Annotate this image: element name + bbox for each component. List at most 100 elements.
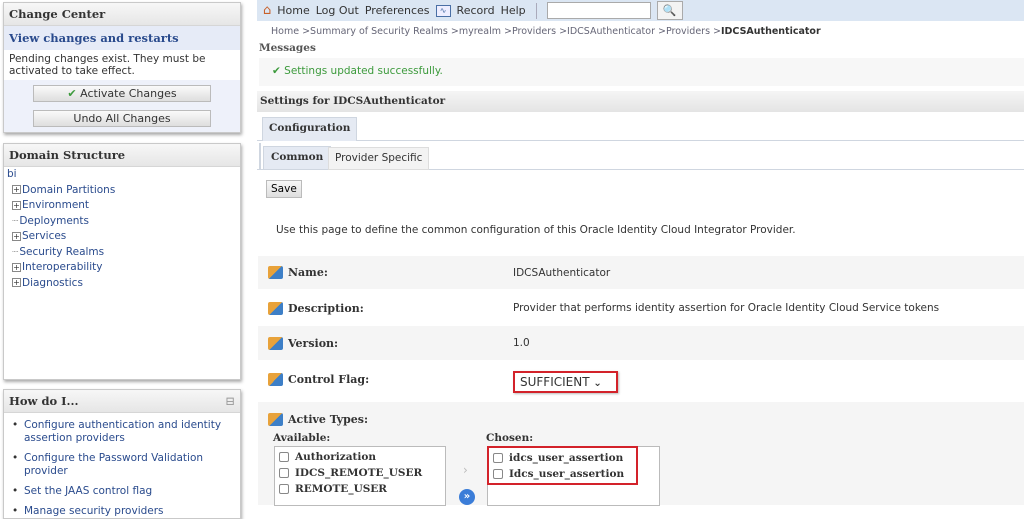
tree-item[interactable]: ┈Security Realms (4, 245, 240, 261)
how-do-i-link[interactable]: • Configure the Password Validation provi… (12, 452, 234, 478)
checkbox[interactable] (279, 452, 289, 462)
list-option[interactable]: REMOTE_USER (275, 481, 445, 497)
chosen-label: Chosen: (486, 432, 534, 444)
tree-root[interactable]: bi (4, 167, 240, 183)
home-link[interactable]: Home (277, 4, 309, 17)
chevron-down-icon: ⌄ (593, 378, 602, 389)
collapse-icon[interactable]: ⊟ (225, 394, 235, 408)
search-input[interactable] (546, 2, 651, 19)
toolbar: ⌂ Home Log Out Preferences ∿ Record Help… (257, 0, 1024, 21)
checkbox[interactable] (493, 453, 503, 463)
pending-text: Pending changes exist. They must be acti… (4, 50, 240, 80)
list-option[interactable]: Idcs_user_assertion (489, 466, 636, 482)
settings-header: Settings for IDCSAuthenticator (257, 91, 1024, 112)
checkbox[interactable] (279, 484, 289, 494)
field-control-flag: Control Flag: (258, 361, 1024, 401)
tab-divider (257, 140, 1024, 141)
record-link[interactable]: Record (457, 4, 495, 17)
subtab-common[interactable]: Common (263, 146, 332, 170)
record-icon[interactable]: ∿ (435, 4, 451, 17)
tree-line: ┈ (12, 214, 19, 227)
available-label: Available: (273, 432, 331, 444)
breadcrumb-link[interactable]: Summary of Security Realms > (310, 26, 459, 37)
tree-item[interactable]: ┈Deployments (4, 214, 240, 230)
expand-icon[interactable]: + (12, 278, 21, 287)
tree-line: ┈ (12, 245, 19, 258)
search-button[interactable]: 🔍 (656, 1, 683, 20)
how-do-i-text: Set the JAAS control flag (24, 485, 153, 497)
breadcrumb-link[interactable]: Home > (271, 26, 310, 37)
bullet: • (12, 452, 19, 464)
list-option[interactable]: Authorization (275, 449, 445, 465)
field-version: Version: 1.0 (258, 326, 1024, 360)
breadcrumb-link[interactable]: Providers > (512, 26, 567, 37)
how-do-i-link[interactable]: • Configure authentication and identity a… (12, 419, 234, 445)
description-label: Description: (288, 301, 364, 315)
subtab-edge (259, 143, 261, 170)
list-option[interactable]: IDCS_REMOTE_USER (275, 465, 445, 481)
domain-structure-title: Domain Structure (4, 144, 240, 167)
option-label: IDCS_REMOTE_USER (295, 467, 423, 479)
success-message: ✔ Settings updated successfully. (259, 58, 1024, 86)
move-all-right-icon[interactable]: » (459, 489, 475, 505)
change-center-title: Change Center (4, 3, 240, 26)
description-value: Provider that performs identity assertio… (513, 302, 940, 314)
active-types-header: Active Types: (258, 411, 1024, 427)
view-changes-link[interactable]: View changes and restarts (4, 26, 240, 50)
how-do-i-link[interactable]: • Manage security providers (12, 505, 234, 518)
how-do-i-text: Configure the Password Validation provid… (24, 452, 204, 477)
version-label: Version: (288, 336, 339, 350)
name-label: Name: (288, 266, 328, 279)
tree-item-label: Interoperability (22, 261, 103, 273)
control-flag-label: Control Flag: (288, 373, 370, 386)
tree-item[interactable]: + Diagnostics (4, 276, 240, 292)
how-do-i-panel: How do I... ⊟ • Configure authentication a… (3, 389, 241, 519)
expand-icon[interactable]: + (12, 262, 21, 272)
bullet: • (12, 485, 19, 497)
version-value: 1.0 (513, 337, 530, 349)
undo-all-changes-button[interactable]: Undo All Changes (33, 110, 211, 127)
toolbar-divider (535, 2, 537, 19)
activate-label: Activate Changes (80, 87, 177, 100)
breadcrumb-link[interactable]: IDCSAuthenticator > (567, 26, 666, 37)
checkbox[interactable] (279, 468, 289, 478)
how-do-i-title: How do I... ⊟ (4, 390, 240, 413)
save-button[interactable]: Save (266, 180, 302, 198)
preferences-link[interactable]: Preferences (365, 4, 430, 17)
subtab-provider-specific[interactable]: Provider Specific (328, 147, 430, 170)
how-do-i-label: How do I... (9, 394, 79, 408)
available-list[interactable]: Authorization IDCS_REMOTE_USER REMOTE_USER (274, 446, 446, 506)
bullet: • (12, 419, 19, 431)
domain-structure-panel: Domain Structure bi + Domain Partitions + E… (3, 143, 241, 380)
expand-icon[interactable]: + (12, 200, 21, 210)
control-flag-select[interactable]: SUFFICIENT ⌄ (513, 371, 618, 393)
list-option[interactable]: idcs_user_assertion (489, 450, 636, 466)
field-info-icon (268, 373, 283, 386)
help-link[interactable]: Help (501, 4, 526, 17)
checkbox[interactable] (493, 469, 503, 479)
breadcrumb-link[interactable]: Providers > (666, 26, 721, 37)
tree-item[interactable]: + Interoperability (4, 260, 240, 276)
tree-item[interactable]: + Domain Partitions (4, 183, 240, 199)
expand-icon[interactable]: + (12, 231, 21, 241)
how-do-i-text: Manage security providers (24, 505, 164, 517)
tree-item[interactable]: + Services (4, 229, 240, 245)
option-label: idcs_user_assertion (509, 452, 624, 464)
expand-icon[interactable]: + (12, 185, 21, 194)
change-center-panel: Change Center View changes and restarts … (3, 2, 241, 133)
logout-link[interactable]: Log Out (316, 4, 359, 17)
field-info-icon (268, 301, 283, 315)
option-label: Authorization (295, 451, 377, 463)
activate-changes-button[interactable]: ✔ Activate Changes (33, 85, 211, 102)
how-do-i-link[interactable]: • Set the JAAS control flag (12, 485, 234, 498)
tree-item[interactable]: + Environment (4, 198, 240, 214)
check-icon: ✔ (67, 87, 77, 100)
how-do-i-text: Configure authentication and identity as… (24, 419, 222, 444)
home-icon[interactable]: ⌂ (263, 3, 271, 18)
breadcrumb-link[interactable]: myrealm > (459, 26, 512, 37)
chosen-highlight: idcs_user_assertion Idcs_user_assertion (487, 446, 638, 485)
tab-configuration[interactable]: Configuration (262, 117, 358, 141)
tree-item-label: Domain Partitions (22, 183, 116, 196)
control-flag-value: SUFFICIENT (520, 375, 590, 389)
move-right-icon[interactable]: › (463, 463, 468, 477)
